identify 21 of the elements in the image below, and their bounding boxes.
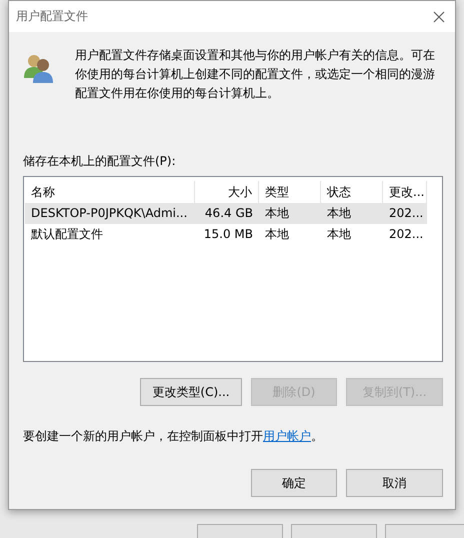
table-cell[interactable]: 本地 [259,224,321,245]
footer-text: 要创建一个新的用户帐户，在控制面板中打开用户帐户。 [23,428,324,445]
table-cell[interactable]: 本地 [321,203,383,224]
table-cell[interactable]: 本地 [259,203,321,224]
users-icon [23,52,55,84]
dialog-button[interactable]: 确定 [251,469,337,497]
table-cell[interactable]: 15.0 MB [195,224,259,245]
table-cell[interactable]: 202... [383,203,427,224]
list-label: 储存在本机上的配置文件(P): [23,153,177,170]
table-cell[interactable]: 本地 [321,224,383,245]
dialog-button[interactable]: 取消 [346,469,443,497]
action-button[interactable]: 更改类型(C)... [140,378,242,406]
profile-list[interactable]: 名称 大小 类型 状态 更改... DESKTOP-P0JPKQK\Admi... 46.4 GB 本地 本地 202... 默认配置文件 15.0 MB 本地 本地 202... [23,176,443,362]
table-cell[interactable]: DESKTOP-P0JPKQK\Admi... [25,203,195,224]
table-cell[interactable]: 默认配置文件 [25,224,195,245]
user-accounts-link[interactable]: 用户帐户 [263,429,311,443]
close-icon[interactable] [433,10,445,22]
description-text: 用户配置文件存储桌面设置和其他与你的用户帐户有关的信息。可在你使用的每台计算机上创建不同的配置文件，或选定一个相同的漫游配置文件用在你使用的每台计算机上。 [75,47,436,102]
window-title: 用户配置文件 [16,8,88,25]
table-cell[interactable]: 202... [383,224,427,245]
table-cell[interactable]: 46.4 GB [195,203,259,224]
